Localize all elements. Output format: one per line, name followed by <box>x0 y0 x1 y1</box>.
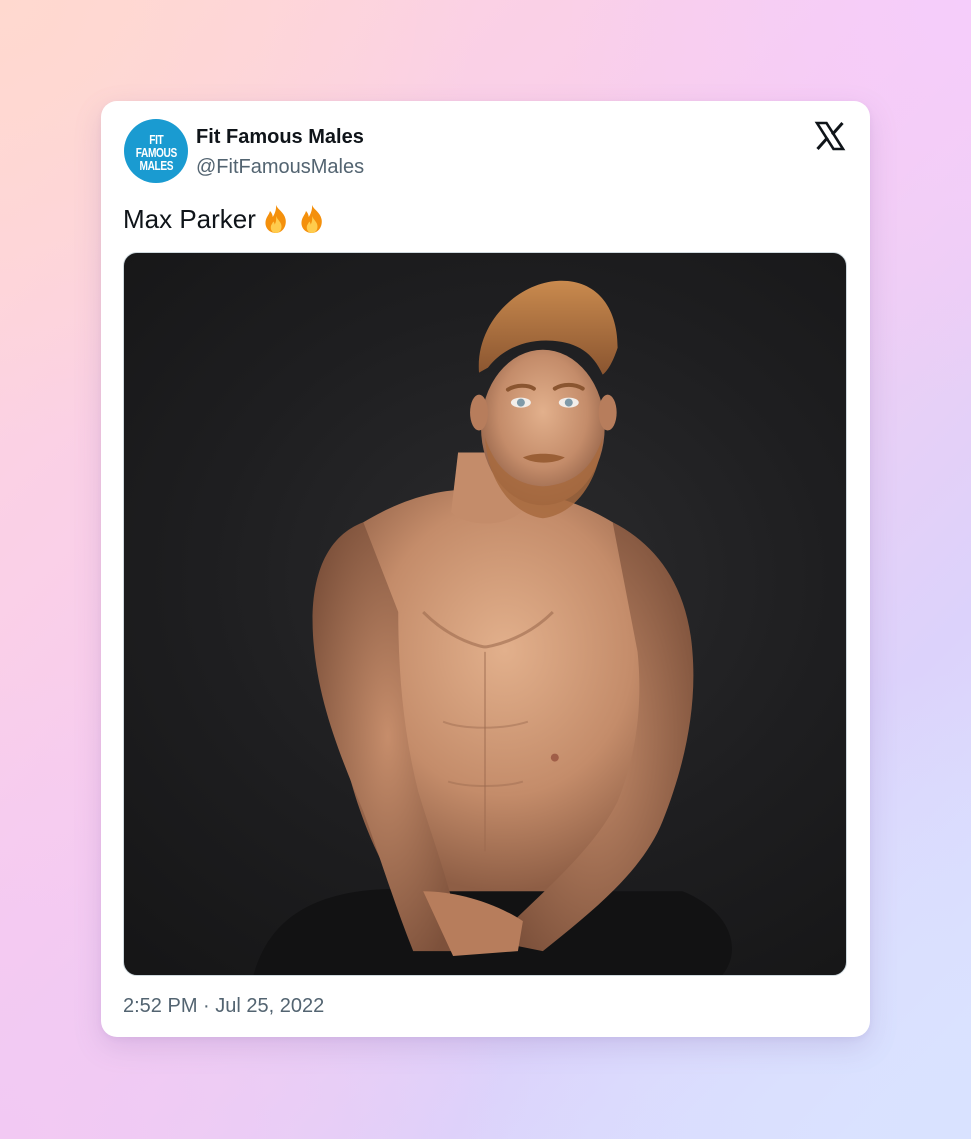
author-display-name[interactable]: Fit Famous Males <box>196 125 364 149</box>
tweet-timestamp[interactable]: 2:52 PM · Jul 25, 2022 <box>123 994 324 1018</box>
avatar-logo-text: FIT FAMOUS MALES <box>135 131 177 173</box>
tweet-text: Max Parker <box>123 202 328 236</box>
author-avatar[interactable]: FIT FAMOUS MALES <box>124 119 188 183</box>
tweet-photo[interactable] <box>123 252 847 976</box>
x-logo-icon[interactable] <box>814 120 846 152</box>
fire-emoji-icon <box>260 203 292 235</box>
tweet-text-content: Max Parker <box>123 204 256 234</box>
fire-emoji-icon <box>296 203 328 235</box>
portrait-illustration <box>253 280 732 975</box>
tweet-card: FIT FAMOUS MALES Fit Famous Males @FitFa… <box>101 101 870 1037</box>
author-handle[interactable]: @FitFamousMales <box>196 155 364 179</box>
